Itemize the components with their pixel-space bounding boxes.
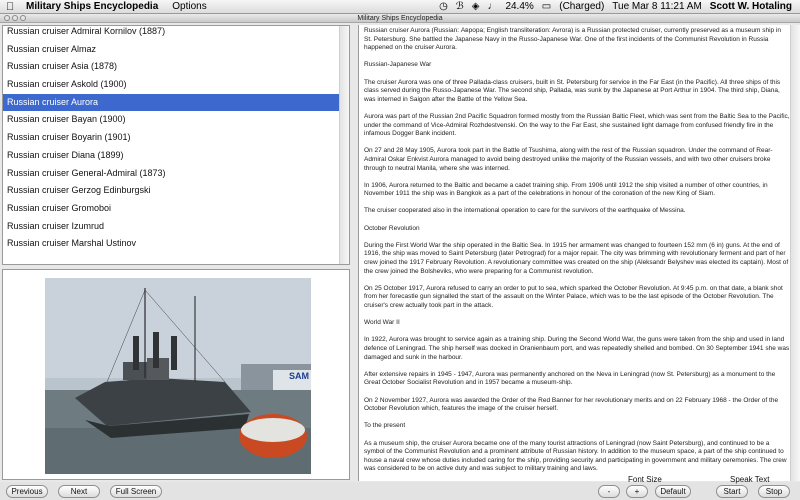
previous-button[interactable]: Previous (6, 485, 48, 498)
article-paragraph: On 2 November 1927, Aurora was awarded t… (364, 396, 779, 413)
article-text[interactable]: Russian cruiser Aurora (Russian: Аврора;… (364, 27, 790, 481)
ship-list-item[interactable]: Russian cruiser General-Admiral (1873) (3, 165, 339, 183)
article-paragraph: In 1922, Aurora was brought to service a… (364, 336, 790, 361)
ship-list-item[interactable]: Russian cruiser Almaz (3, 41, 339, 59)
ship-list-item[interactable]: Russian cruiser Askold (1900) (3, 76, 339, 94)
article-scrollbar[interactable] (790, 25, 800, 481)
article-paragraph: October Revolution (364, 224, 420, 232)
ship-list-item[interactable]: Russian cruiser Boyarin (1901) (3, 129, 339, 147)
default-font-button[interactable]: Default (655, 485, 691, 498)
ship-list-item[interactable]: Russian cruiser Asia (1878) (3, 58, 339, 76)
ship-photo (45, 278, 311, 474)
full-screen-button[interactable]: Full Screen (110, 485, 162, 498)
article-paragraph: On 25 October 1917, Aurora refused to ca… (364, 284, 783, 309)
ship-list-item[interactable]: Russian cruiser Gromoboi (3, 200, 339, 218)
window-titlebar[interactable]: Military Ships Encyclopedia (0, 14, 800, 23)
ship-list-item[interactable]: Russian cruiser Gerzog Edinburgski (3, 182, 339, 200)
clock[interactable]: Tue Mar 8 11:21 AM (612, 1, 702, 12)
ship-list-item[interactable]: Russian cruiser Bayan (1900) (3, 111, 339, 129)
next-button[interactable]: Next (58, 485, 100, 498)
window-title: Military Ships Encyclopedia (357, 15, 443, 22)
ship-list-item[interactable]: Russian cruiser Admiral Kornilov (1887) (3, 26, 339, 41)
menubar:  Military Ships Encyclopedia Options ◷ … (0, 0, 800, 14)
increase-font-button[interactable]: + (626, 485, 648, 498)
ship-list-item[interactable]: Russian cruiser Izumrud (3, 218, 339, 236)
article-paragraph: World War II (364, 319, 400, 327)
article-paragraph: As a museum ship, the cruiser Aurora bec… (364, 439, 787, 473)
start-speak-button[interactable]: Start (716, 485, 748, 498)
user-menu[interactable]: Scott W. Hotaling (710, 1, 792, 12)
photo-overlay-text: SAM (289, 371, 309, 381)
article-paragraph: Aurora was part of the Russian 2nd Pacif… (364, 112, 790, 138)
battery-icon[interactable]: ▭ (542, 0, 551, 13)
decrease-font-button[interactable]: - (598, 485, 620, 498)
ship-image-pane: SAM (2, 269, 350, 480)
ship-list-item[interactable]: Russian cruiser Aurora (3, 93, 339, 112)
article-paragraph: To the present (364, 422, 406, 430)
article-paragraph: Russian-Japanese War (364, 61, 432, 69)
article-paragraph: Russian cruiser Aurora (Russian: Аврора;… (364, 27, 781, 52)
article-paragraph: In 1906, Aurora returned to the Baltic a… (364, 181, 768, 198)
ship-list-pane: Russian cruiser Admiral Kornilov (1887) R… (2, 25, 350, 265)
font-size-label: Font Size (628, 475, 662, 484)
battery-state: (Charged) (559, 1, 605, 12)
time-machine-icon[interactable]: ◷ (439, 0, 448, 13)
stop-speak-button[interactable]: Stop (758, 485, 790, 498)
ship-list-item[interactable]: Russian cruiser Marshal Ustinov (3, 235, 339, 253)
article-paragraph: After extensive repairs in 1945 - 1947, … (364, 370, 776, 387)
options-menu[interactable]: Options (172, 1, 206, 12)
ship-list-scrollbar[interactable] (339, 26, 349, 264)
article-paragraph: On 27 and 28 May 1905, Aurora took part … (364, 147, 773, 172)
speak-text-label: Speak Text (730, 475, 770, 484)
wifi-icon[interactable]: ◈ (472, 0, 480, 13)
ship-list-item[interactable]: Russian cruiser Diana (1899) (3, 147, 339, 165)
ship-list[interactable]: Russian cruiser Admiral Kornilov (1887) R… (3, 26, 339, 253)
article-paragraph: During the First World War the ship oper… (364, 241, 789, 275)
article-paragraph: The cruiser Aurora was one of three Pall… (364, 78, 781, 103)
app-menu[interactable]: Military Ships Encyclopedia (26, 1, 158, 12)
battery-percent[interactable]: 24.4% (505, 1, 533, 12)
main-window: Military Ships Encyclopedia Russian crui… (0, 14, 800, 500)
article-pane: Russian cruiser Aurora (Russian: Аврора;… (358, 25, 800, 481)
apple-menu-icon[interactable]:  (6, 0, 18, 13)
status-area: ◷ ℬ ◈ ♩ 24.4% ▭ (Charged) Tue Mar 8 11:2… (439, 0, 800, 13)
volume-icon[interactable]: ♩ (487, 0, 497, 13)
bluetooth-icon[interactable]: ℬ (456, 0, 464, 13)
article-paragraph: The cruiser cooperated also in the inter… (364, 207, 686, 215)
